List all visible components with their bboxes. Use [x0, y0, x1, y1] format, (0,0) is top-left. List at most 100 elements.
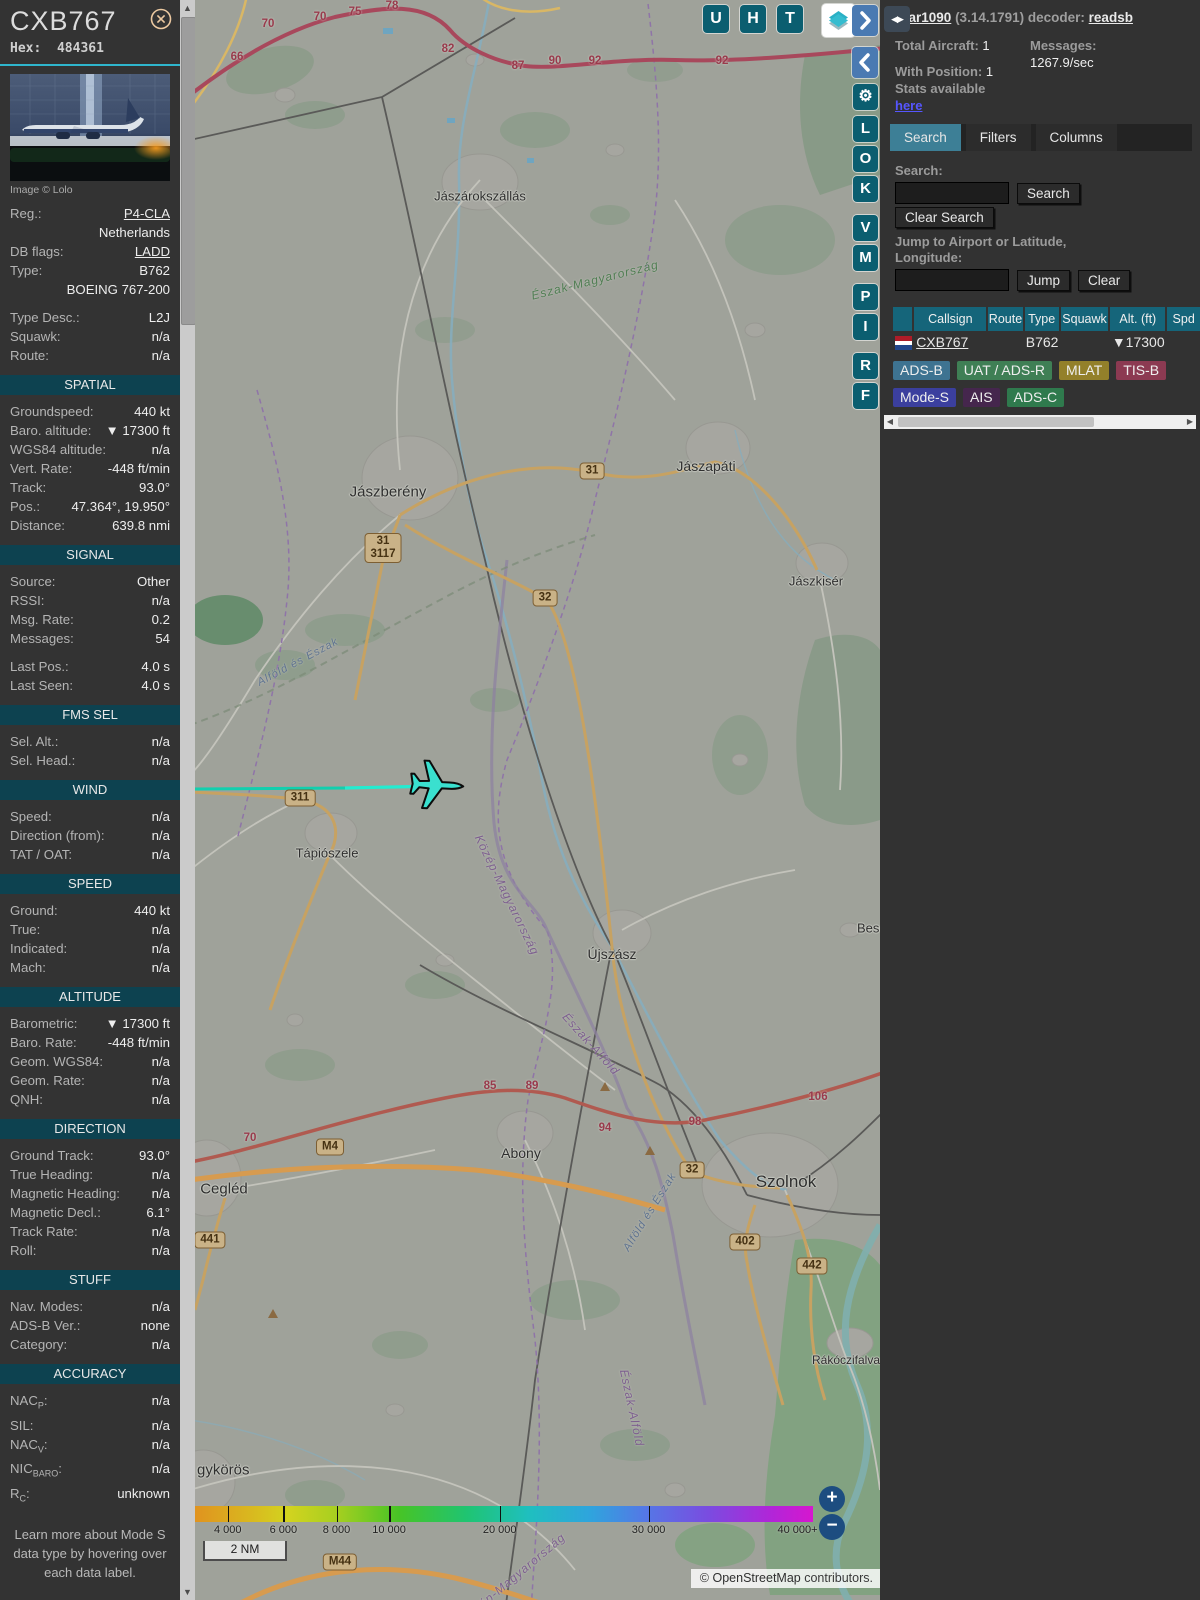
detail-value: BOEING 767-200 — [66, 282, 170, 297]
map-button-o[interactable]: O — [853, 146, 878, 172]
road-km-marker: 85 — [483, 1080, 497, 1092]
map-button-m[interactable]: M — [853, 245, 878, 271]
detail-value: n/a — [151, 1092, 170, 1107]
road-badge: 32 — [532, 589, 558, 607]
detail-label: RC: — [10, 1485, 30, 1504]
map-button-t[interactable]: T — [777, 5, 803, 33]
sidebar-scroll-thumb[interactable] — [181, 17, 196, 325]
detail-row: Source: Other — [0, 572, 180, 591]
map-button-l[interactable]: L — [853, 116, 878, 142]
sidebar-scrollbar[interactable]: ▲ ▼ — [180, 0, 196, 1600]
map-town-label: Abony — [501, 1145, 541, 1161]
layers-button[interactable] — [822, 4, 855, 37]
detail-row: ADS-B Ver.: none — [0, 1316, 180, 1335]
detail-value: 93.0° — [139, 480, 170, 495]
filter-ads-b[interactable]: ADS-B — [893, 361, 950, 380]
clear-search-button[interactable]: Clear Search — [895, 207, 994, 228]
filter-mode-s[interactable]: Mode-S — [893, 388, 957, 407]
column-header-Spd[interactable]: Spd — [1167, 307, 1200, 331]
tar1090-app: CXB767 Hex: 484361 Image © Lolo Reg.: P4… — [0, 0, 1200, 1600]
jump-input[interactable] — [895, 269, 1009, 291]
column-header-Squawk[interactable]: Squawk — [1060, 307, 1109, 331]
table-scroll-thumb[interactable] — [898, 417, 1094, 427]
filter-ads-c[interactable]: ADS-C — [1006, 388, 1065, 407]
detail-row: Baro. Rate: -448 ft/min — [0, 1033, 180, 1052]
column-header-Callsign[interactable]: Callsign — [914, 307, 987, 331]
map-canvas[interactable]: Jászárokszállás Jászberény Jászapáti Jászki… — [195, 0, 880, 1600]
aircraft-table: Callsign Route Type Squawk Alt. (ft) Spd CXB76… — [893, 307, 1200, 353]
jump-clear-button[interactable]: Clear — [1078, 269, 1131, 291]
column-header-Type[interactable]: Type — [1024, 307, 1059, 331]
detail-label: Magnetic Heading: — [10, 1186, 120, 1201]
stats-here-link[interactable]: here — [895, 97, 922, 114]
map-button-f[interactable]: F — [853, 383, 878, 409]
zoom-in-button[interactable]: + — [819, 1486, 845, 1512]
detail-label: Track Rate: — [10, 1224, 78, 1239]
detail-row: Vert. Rate: -448 ft/min — [0, 459, 180, 478]
settings-gear-icon[interactable]: ⚙ — [853, 84, 878, 110]
openstreetmap-link[interactable]: OpenStreetMap — [712, 1571, 800, 1585]
map-button-h[interactable]: H — [740, 5, 766, 33]
expand-right-icon[interactable] — [852, 5, 878, 36]
search-button[interactable]: Search — [1017, 182, 1080, 204]
filter-tis-b[interactable]: TIS-B — [1116, 361, 1167, 380]
detail-value: n/a — [151, 1054, 170, 1069]
scroll-left-icon[interactable]: ◀ — [884, 415, 896, 429]
legend-tick — [227, 1506, 230, 1522]
column-header-Alt. (ft)[interactable]: Alt. (ft) — [1110, 307, 1166, 331]
scroll-down-icon[interactable]: ▼ — [180, 1584, 195, 1600]
column-header-Route[interactable]: Route — [988, 307, 1023, 331]
map-button-v[interactable]: V — [853, 215, 878, 241]
road-km-marker: 70 — [261, 18, 275, 30]
road-badge: 31 — [579, 462, 605, 480]
detail-label: DB flags: — [10, 244, 64, 259]
filter-ais[interactable]: AIS — [963, 388, 1000, 407]
scroll-up-icon[interactable]: ▲ — [180, 0, 195, 16]
detail-label: Mach: — [10, 960, 46, 975]
road-badge: 402 — [729, 1233, 761, 1251]
detail-label: Category: — [10, 1337, 68, 1352]
tar1090-link[interactable]: tar1090 — [904, 10, 951, 25]
table-horizontal-scrollbar[interactable]: ◀ ▶ — [884, 415, 1196, 429]
detail-value: n/a — [151, 1186, 170, 1201]
tab-search[interactable]: Search — [890, 124, 961, 151]
jump-button[interactable]: Jump — [1017, 269, 1071, 291]
filter-mlat[interactable]: MLAT — [1058, 361, 1110, 380]
detail-value[interactable]: LADD — [135, 242, 170, 261]
section-header-fms-sel: FMS SEL — [0, 705, 180, 725]
detail-value[interactable]: P4-CLA — [124, 204, 170, 223]
detail-label: Groundspeed: — [10, 404, 94, 419]
zoom-out-button[interactable]: − — [819, 1514, 845, 1540]
tab-filters[interactable]: Filters — [965, 124, 1031, 151]
map-button-k[interactable]: K — [853, 176, 878, 202]
map-button-p[interactable]: P — [853, 284, 878, 310]
column-header-flag[interactable] — [893, 307, 913, 331]
detail-row: Last Pos.: 4.0 s — [0, 657, 180, 676]
detail-row: Groundspeed: 440 kt — [0, 402, 180, 421]
tab-columns[interactable]: Columns — [1035, 124, 1117, 151]
collapse-left-icon[interactable] — [852, 47, 878, 78]
panel-collapse-button[interactable]: ◀▶ — [884, 6, 910, 32]
map-button-i[interactable]: I — [853, 314, 878, 340]
search-input[interactable] — [895, 182, 1009, 204]
filter-uat-ads-r[interactable]: UAT / ADS-R — [956, 361, 1052, 380]
detail-label: Squawk: — [10, 329, 61, 344]
readsb-link[interactable]: readsb — [1089, 10, 1133, 25]
callsign-cell[interactable]: CXB767 — [914, 331, 988, 353]
close-icon[interactable] — [150, 8, 172, 30]
total-aircraft: Total Aircraft: 1 — [895, 38, 990, 53]
map-town-label: Szolnok — [755, 1172, 817, 1191]
table-row[interactable]: CXB767 B762 ▼17300 — [893, 331, 1200, 353]
detail-value: n/a — [151, 1337, 170, 1352]
road-km-marker: 89 — [525, 1080, 539, 1092]
detail-value: n/a — [151, 442, 170, 457]
map-button-r[interactable]: R — [853, 353, 878, 379]
detail-value: -448 ft/min — [107, 461, 170, 476]
detail-label: Geom. WGS84: — [10, 1054, 104, 1069]
detail-row: QNH: n/a — [0, 1090, 180, 1109]
detail-label: Source: — [10, 574, 56, 589]
panel-tabs: Search Filters Columns — [890, 124, 1192, 151]
map-button-u[interactable]: U — [703, 5, 729, 33]
road-km-marker: 70 — [313, 11, 327, 23]
scroll-right-icon[interactable]: ▶ — [1184, 415, 1196, 429]
